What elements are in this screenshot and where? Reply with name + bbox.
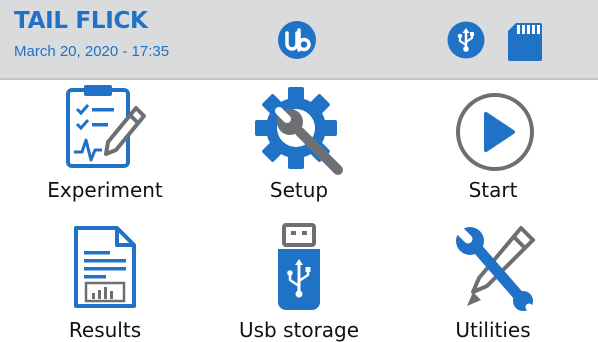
app-title: TAIL FLICK	[14, 8, 148, 34]
play-circle-icon	[456, 93, 534, 171]
menu-tile-setup[interactable]: Setup	[204, 82, 394, 212]
gear-wrench-icon	[255, 87, 343, 175]
menu-tile-start[interactable]: Start	[398, 82, 588, 212]
ub-logo-icon	[278, 21, 316, 59]
menu-label-start: Start	[468, 178, 518, 202]
date-time: March 20, 2020 - 17:35	[14, 43, 170, 60]
status-header: TAIL FLICK March 20, 2020 - 17:35	[0, 0, 598, 80]
menu-tile-experiment[interactable]: Experiment	[10, 82, 200, 212]
usb-icon[interactable]	[447, 21, 485, 59]
wrench-pencil-icon	[454, 225, 536, 312]
usb-drive-icon	[278, 223, 320, 310]
menu-tile-results[interactable]: Results	[10, 220, 200, 342]
menu-label-setup: Setup	[269, 178, 329, 202]
menu-label-results: Results	[68, 318, 142, 342]
menu-tile-utilities[interactable]: Utilities	[398, 220, 588, 342]
report-document-icon	[74, 226, 136, 308]
menu-label-usb-storage: Usb storage	[238, 318, 360, 342]
clipboard-pencil-icon	[66, 85, 146, 168]
menu-label-experiment: Experiment	[47, 178, 163, 202]
main-screen: TAIL FLICK March 20, 2020 - 17:35 Experi…	[0, 0, 598, 342]
menu-tile-usb-storage[interactable]: Usb storage	[204, 220, 394, 342]
menu-label-utilities: Utilities	[455, 318, 531, 342]
sd-card-icon[interactable]	[507, 22, 543, 62]
